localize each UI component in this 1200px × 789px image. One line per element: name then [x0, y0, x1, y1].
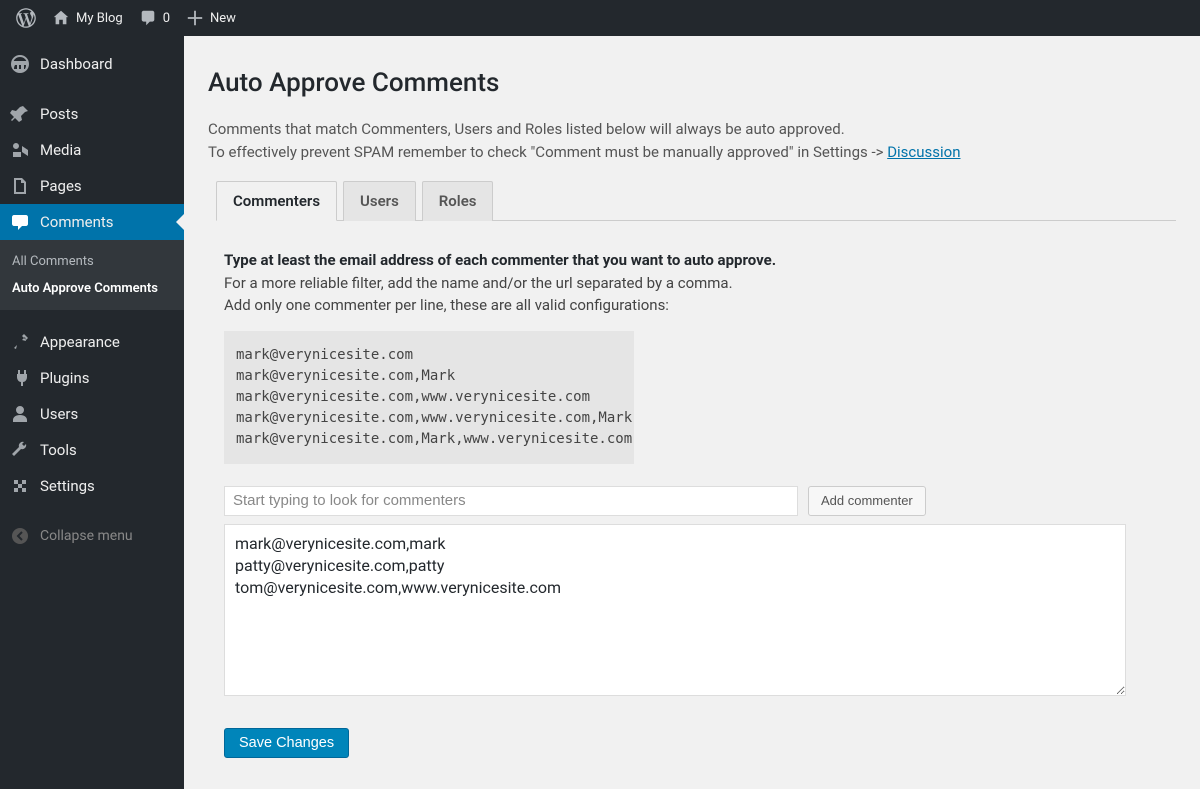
commenters-panel: Type at least the email address of each …: [208, 221, 1176, 758]
submenu-comments: All Comments Auto Approve Comments: [0, 240, 184, 310]
users-icon: [10, 404, 30, 424]
wordpress-icon: [16, 8, 36, 28]
comments-link[interactable]: 0: [131, 0, 178, 36]
plus-icon: [186, 9, 204, 27]
new-label: New: [210, 11, 236, 26]
main-content: Auto Approve Comments Comments that matc…: [184, 36, 1200, 789]
tab-commenters[interactable]: Commenters: [216, 181, 337, 221]
menu-settings[interactable]: Settings: [0, 468, 184, 504]
menu-tools[interactable]: Tools: [0, 432, 184, 468]
menu-appearance[interactable]: Appearance: [0, 324, 184, 360]
menu-pages[interactable]: Pages: [0, 168, 184, 204]
save-button[interactable]: Save Changes: [224, 728, 349, 758]
submenu-auto-approve[interactable]: Auto Approve Comments: [0, 275, 184, 302]
dashboard-icon: [10, 54, 30, 74]
instructions: Type at least the email address of each …: [224, 249, 1160, 317]
menu-users[interactable]: Users: [0, 396, 184, 432]
discussion-link[interactable]: Discussion: [887, 143, 960, 161]
new-content-link[interactable]: New: [178, 0, 244, 36]
settings-icon: [10, 476, 30, 496]
comments-icon: [10, 212, 30, 232]
tools-icon: [10, 440, 30, 460]
media-icon: [10, 140, 30, 160]
page-title: Auto Approve Comments: [208, 68, 1176, 98]
commenter-lookup-input[interactable]: [224, 486, 798, 516]
collapse-menu[interactable]: Collapse menu: [0, 518, 184, 554]
collapse-icon: [10, 526, 30, 546]
menu-plugins[interactable]: Plugins: [0, 360, 184, 396]
active-indicator: [176, 214, 184, 230]
submenu-all-comments[interactable]: All Comments: [0, 248, 184, 275]
admin-sidebar: Dashboard Posts Media Pages Comments All…: [0, 36, 184, 789]
page-intro: Comments that match Commenters, Users an…: [208, 118, 1176, 163]
menu-posts[interactable]: Posts: [0, 96, 184, 132]
tab-users[interactable]: Users: [343, 181, 416, 221]
pin-icon: [10, 104, 30, 124]
admin-bar: My Blog 0 New: [0, 0, 1200, 36]
add-commenter-button[interactable]: Add commenter: [808, 486, 926, 516]
home-icon: [52, 9, 70, 27]
wp-logo[interactable]: [8, 0, 44, 36]
comment-count: 0: [163, 11, 170, 26]
site-name-link[interactable]: My Blog: [44, 0, 131, 36]
menu-media[interactable]: Media: [0, 132, 184, 168]
menu-comments[interactable]: Comments: [0, 204, 184, 240]
tabs: Commenters Users Roles: [216, 181, 1176, 221]
plugin-icon: [10, 368, 30, 388]
site-name: My Blog: [76, 11, 123, 26]
menu-dashboard[interactable]: Dashboard: [0, 46, 184, 82]
config-examples: mark@verynicesite.com mark@verynicesite.…: [224, 331, 634, 464]
pages-icon: [10, 176, 30, 196]
tab-roles[interactable]: Roles: [422, 181, 494, 221]
appearance-icon: [10, 332, 30, 352]
commenters-textarea[interactable]: [224, 524, 1126, 696]
comment-icon: [139, 9, 157, 27]
